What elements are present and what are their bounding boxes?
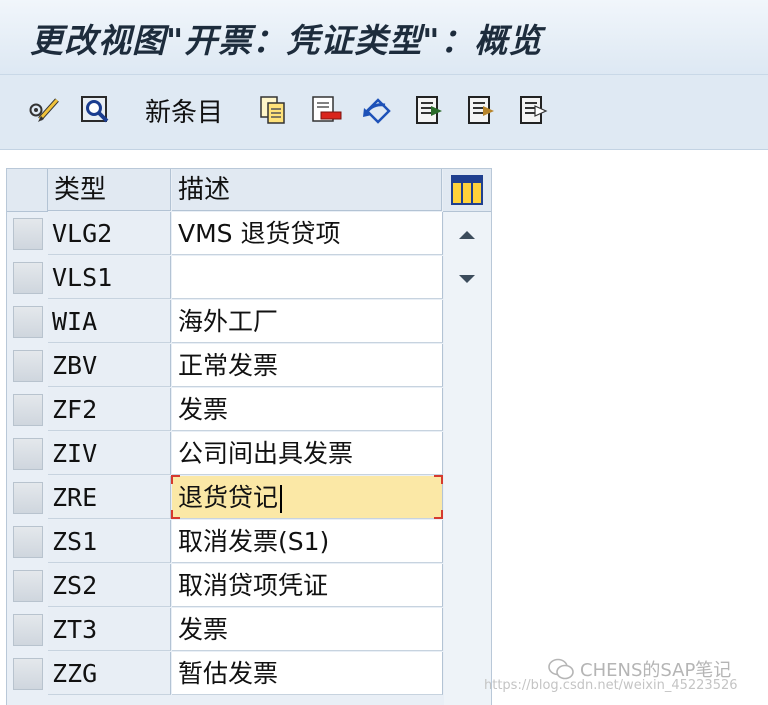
cell-description-input[interactable]: 暂估发票 xyxy=(172,652,443,695)
table-row: ZS2 取消贷项凭证 xyxy=(7,564,443,608)
table-row: VLS1 xyxy=(7,256,443,300)
row-selector[interactable] xyxy=(13,218,43,250)
title-bar: 更改视图"开票：凭证类型"：概览 xyxy=(0,0,768,75)
table-settings-icon[interactable] xyxy=(443,169,491,212)
cell-type: ZS2 xyxy=(48,564,171,607)
cell-description-input[interactable]: 海外工厂 xyxy=(172,300,443,343)
row-selector[interactable] xyxy=(13,658,43,690)
cell-type: VLS1 xyxy=(48,256,171,299)
row-selector[interactable] xyxy=(13,482,43,514)
row-selector[interactable] xyxy=(13,438,43,470)
row-selector[interactable] xyxy=(13,262,43,294)
table-row: ZT3 发票 xyxy=(7,608,443,652)
cell-type: ZF2 xyxy=(48,388,171,431)
watermark-url: https://blog.csdn.net/weixin_45223526 xyxy=(484,678,738,693)
text-cursor xyxy=(280,485,283,513)
table-row: ZF2 发票 xyxy=(7,388,443,432)
deselect-all-icon[interactable] xyxy=(516,93,550,127)
cell-description-input[interactable] xyxy=(172,256,443,299)
table-row: ZS1 取消发票(S1) xyxy=(7,520,443,564)
focus-corner xyxy=(434,475,443,484)
row-selector[interactable] xyxy=(13,350,43,382)
cell-description-input[interactable]: 发票 xyxy=(172,388,443,431)
window-title: 更改视图"开票：凭证类型"：概览 xyxy=(30,21,543,60)
cell-type: ZZG xyxy=(48,652,171,695)
focus-corner xyxy=(171,510,180,519)
row-selector[interactable] xyxy=(13,306,43,338)
copy-icon[interactable] xyxy=(256,93,290,127)
display-change-icon[interactable] xyxy=(26,93,62,127)
row-selector[interactable] xyxy=(13,614,43,646)
content-area: 类型 描述 VLG2 VMS 退货贷项 VLS1 WIA 海外工厂 ZBV 正常… xyxy=(0,150,768,705)
delete-icon[interactable] xyxy=(308,93,344,127)
cell-description-input[interactable]: 公司间出具发票 xyxy=(172,432,443,475)
row-selector[interactable] xyxy=(13,526,43,558)
scroll-down-icon[interactable] xyxy=(447,260,487,298)
table-control: 类型 描述 VLG2 VMS 退货贷项 VLS1 WIA 海外工厂 ZBV 正常… xyxy=(6,168,492,705)
cell-description-input-active[interactable]: 退货贷记 xyxy=(171,475,443,519)
cell-description-input[interactable]: 取消贷项凭证 xyxy=(172,564,443,607)
cell-description-input[interactable]: 发票 xyxy=(172,608,443,651)
row-selector[interactable] xyxy=(13,570,43,602)
cell-description-input[interactable]: 取消发票(S1) xyxy=(172,520,443,563)
column-header-description[interactable]: 描述 xyxy=(172,169,442,211)
vertical-scrollbar[interactable] xyxy=(444,212,491,705)
table-row: ZZG 暂估发票 xyxy=(7,652,443,696)
table-rows: VLG2 VMS 退货贷项 VLS1 WIA 海外工厂 ZBV 正常发票 ZF2 xyxy=(7,212,443,696)
table-row: ZBV 正常发票 xyxy=(7,344,443,388)
cell-type: VLG2 xyxy=(48,212,171,255)
table-row-active: ZRE 退货贷记 xyxy=(7,475,443,520)
cell-type: WIA xyxy=(48,300,171,343)
scroll-up-icon[interactable] xyxy=(447,216,487,254)
undo-icon[interactable] xyxy=(360,93,396,127)
cell-type: ZRE xyxy=(48,476,171,519)
wechat-icon xyxy=(548,658,574,680)
cell-description-input[interactable]: 正常发票 xyxy=(172,344,443,387)
cell-description-input[interactable]: VMS 退货贷项 xyxy=(172,212,443,255)
select-all-icon[interactable] xyxy=(412,93,446,127)
row-selector[interactable] xyxy=(13,394,43,426)
cell-type: ZS1 xyxy=(48,520,171,563)
cell-type: ZBV xyxy=(48,344,171,387)
active-cell-text: 退货贷记 xyxy=(178,483,279,512)
table-row: ZIV 公司间出具发票 xyxy=(7,432,443,476)
select-block-icon[interactable] xyxy=(464,93,498,127)
table-row: WIA 海外工厂 xyxy=(7,300,443,344)
cell-type: ZT3 xyxy=(48,608,171,651)
new-entries-button[interactable]: 新条目 xyxy=(138,93,230,128)
table-row: VLG2 VMS 退货贷项 xyxy=(7,212,443,256)
magnifier-icon[interactable] xyxy=(78,93,114,127)
select-all-rows-header[interactable] xyxy=(7,169,48,212)
application-toolbar: 新条目 xyxy=(0,75,768,150)
cell-type: ZIV xyxy=(48,432,171,475)
column-header-type[interactable]: 类型 xyxy=(48,169,171,211)
